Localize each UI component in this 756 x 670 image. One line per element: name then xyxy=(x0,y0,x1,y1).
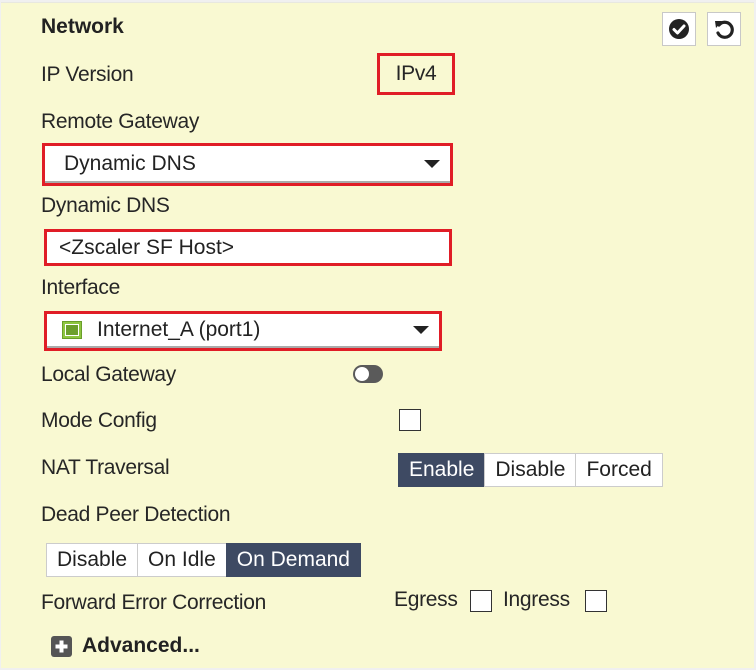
remote-gateway-label: Remote Gateway xyxy=(41,110,200,133)
dynamic-dns-value: <Zscaler SF Host> xyxy=(59,235,235,259)
local-gateway-toggle[interactable] xyxy=(353,365,383,383)
advanced-toggle[interactable]: Advanced... xyxy=(51,634,200,658)
fec-egress-checkbox[interactable] xyxy=(470,590,492,612)
remote-gateway-highlight: Dynamic DNS xyxy=(42,143,453,186)
interface-select[interactable]: Internet_A (port1) xyxy=(47,314,439,348)
mode-config-checkbox[interactable] xyxy=(399,409,421,431)
nat-traversal-label: NAT Traversal xyxy=(41,456,170,479)
plus-square-icon xyxy=(51,635,72,657)
remote-gateway-selected: Dynamic DNS xyxy=(64,151,196,175)
nat-traversal-disable[interactable]: Disable xyxy=(484,453,577,487)
advanced-label: Advanced... xyxy=(82,634,200,657)
fec-label: Forward Error Correction xyxy=(41,591,267,614)
remote-gateway-select[interactable]: Dynamic DNS xyxy=(45,146,450,183)
toggle-knob xyxy=(355,367,369,381)
check-circle-icon xyxy=(669,19,689,39)
fec-ingress-checkbox[interactable] xyxy=(585,590,607,612)
chevron-down-icon xyxy=(424,159,440,168)
dpd-on-idle[interactable]: On Idle xyxy=(137,543,227,577)
nat-traversal-forced[interactable]: Forced xyxy=(575,453,663,487)
fec-ingress-label: Ingress xyxy=(503,588,570,611)
interface-selected: Internet_A (port1) xyxy=(97,318,261,341)
interface-label: Interface xyxy=(41,276,121,299)
chevron-down-icon xyxy=(413,326,429,334)
fec-egress-label: Egress xyxy=(394,588,458,611)
nat-traversal-segmented: Enable Disable Forced xyxy=(398,453,663,487)
dynamic-dns-input[interactable]: <Zscaler SF Host> xyxy=(47,232,449,263)
ip-version-label: IP Version xyxy=(41,63,134,86)
dynamic-dns-highlight: <Zscaler SF Host> xyxy=(44,229,452,266)
revert-button[interactable] xyxy=(707,12,741,46)
dpd-disable[interactable]: Disable xyxy=(46,543,139,577)
mode-config-label: Mode Config xyxy=(41,409,157,432)
ip-version-highlight: IPv4 xyxy=(377,53,455,95)
network-port-icon xyxy=(62,321,82,339)
section-title: Network xyxy=(41,15,124,38)
dead-peer-detection-segmented: Disable On Idle On Demand xyxy=(46,543,361,577)
dpd-on-demand[interactable]: On Demand xyxy=(225,543,361,577)
ip-version-value: IPv4 xyxy=(395,62,437,85)
network-panel: Network IP Version IPv4 Remote Gateway D… xyxy=(1,2,754,668)
undo-icon xyxy=(715,20,734,39)
apply-button[interactable] xyxy=(662,12,696,46)
dead-peer-detection-label: Dead Peer Detection xyxy=(41,503,231,526)
local-gateway-label: Local Gateway xyxy=(41,363,177,386)
interface-highlight: Internet_A (port1) xyxy=(44,311,442,351)
nat-traversal-enable[interactable]: Enable xyxy=(398,453,486,487)
dynamic-dns-label: Dynamic DNS xyxy=(41,194,170,217)
